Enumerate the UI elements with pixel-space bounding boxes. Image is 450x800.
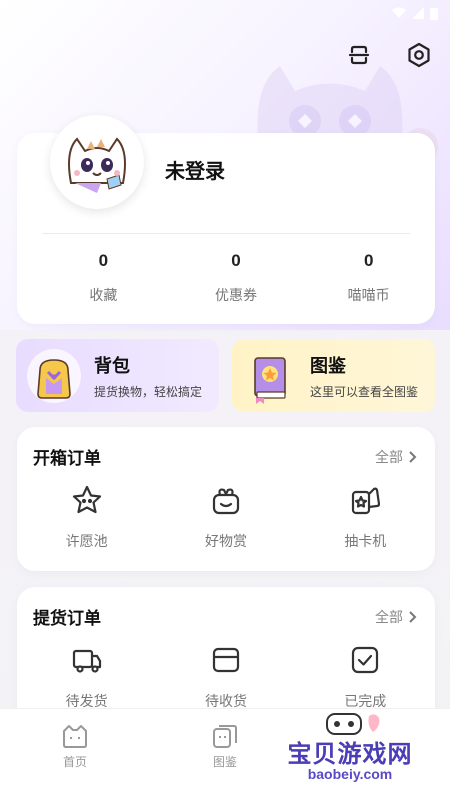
- stat-value: 0: [231, 251, 241, 270]
- order-item-wishing-pool[interactable]: 许愿池: [17, 483, 156, 551]
- open-orders-all-link[interactable]: 全部: [375, 447, 417, 467]
- open-orders-items: 许愿池 好物赏 抽卡机: [17, 483, 435, 551]
- scan-icon[interactable]: [344, 40, 374, 70]
- atlas-subtitle: 这里可以查看全图鉴: [310, 384, 419, 399]
- order-item-to-ship[interactable]: 待发货: [17, 643, 156, 711]
- open-orders-card: 开箱订单 全部 许愿池 好物赏 抽卡机: [17, 427, 435, 571]
- star-icon: [70, 483, 104, 517]
- atlas-tab-icon: [213, 725, 237, 748]
- tab-label: 首页: [62, 755, 87, 769]
- order-label: 抽卡机: [344, 533, 387, 549]
- battery-icon: [430, 7, 438, 20]
- chevron-right-icon: [409, 450, 417, 463]
- chevron-right-icon: [409, 610, 417, 623]
- gift-box-icon: [209, 483, 243, 517]
- bag-card[interactable]: 背包 提货换物，轻松搞定: [16, 339, 219, 412]
- atlas-card[interactable]: 图鉴 这里可以查看全图鉴: [232, 339, 435, 412]
- signal-icon: [412, 7, 424, 19]
- status-icons: [392, 7, 438, 20]
- gear-icon[interactable]: [404, 40, 434, 70]
- open-orders-title: 开箱订单: [33, 449, 101, 468]
- stat-value: 0: [98, 251, 109, 270]
- stat-label: 喵喵币: [347, 287, 390, 303]
- home-cat-icon: [63, 725, 87, 748]
- pickup-orders-card: 提货订单 全部 待发货 待收货 已完成: [17, 587, 435, 727]
- tab-home[interactable]: 首页: [0, 709, 150, 800]
- pickup-orders-items: 待发货 待收货 已完成: [17, 643, 435, 711]
- watermark-text: 宝贝游戏网: [287, 741, 413, 768]
- pickup-orders-header: 提货订单 全部: [33, 604, 417, 629]
- atlas-text: 图鉴 这里可以查看全图鉴: [310, 352, 418, 400]
- stat-label: 优惠券: [215, 287, 257, 303]
- order-label: 好物赏: [204, 533, 247, 549]
- stat-coins[interactable]: 0 喵喵币: [302, 251, 435, 305]
- atlas-book-icon: [240, 346, 300, 406]
- all-label: 全部: [375, 448, 403, 465]
- order-item-good-prize[interactable]: 好物赏: [156, 483, 295, 551]
- stat-value: 0: [363, 251, 374, 270]
- order-item-to-receive[interactable]: 待收货: [156, 643, 295, 711]
- stats-row: 0 收藏 0 优惠券 0 喵喵币: [17, 251, 435, 305]
- profile-card: 未登录 0 收藏 0 优惠券 0 喵喵币: [17, 115, 435, 324]
- bag-title: 背包: [94, 355, 130, 376]
- avatar[interactable]: [50, 115, 144, 209]
- divider: [42, 233, 410, 234]
- pickup-orders-title: 提货订单: [33, 609, 101, 628]
- truck-icon: [70, 643, 104, 677]
- top-actions: [344, 40, 434, 70]
- order-label: 许愿池: [65, 533, 108, 549]
- atlas-title: 图鉴: [310, 355, 346, 376]
- watermark-url: baobeiy.com: [307, 766, 393, 782]
- backpack-icon: [24, 346, 84, 406]
- order-item-completed[interactable]: 已完成: [296, 643, 435, 711]
- open-orders-header: 开箱订单 全部: [33, 444, 417, 469]
- status-bar: [0, 0, 450, 26]
- package-icon: [209, 643, 243, 677]
- wifi-icon: [392, 7, 406, 18]
- all-label: 全部: [375, 608, 403, 625]
- order-item-card-machine[interactable]: 抽卡机: [296, 483, 435, 551]
- stat-favorites[interactable]: 0 收藏: [37, 251, 170, 305]
- check-box-icon: [348, 643, 382, 677]
- cat-avatar-icon: [68, 137, 126, 193]
- cards-icon: [348, 483, 382, 517]
- site-watermark: 宝贝游戏网 baobeiy.com: [275, 712, 425, 792]
- bag-subtitle: 提货换物，轻松搞定: [94, 384, 203, 399]
- username[interactable]: 未登录: [165, 155, 225, 184]
- pickup-orders-all-link[interactable]: 全部: [375, 607, 417, 627]
- tab-label: 图鉴: [212, 755, 237, 769]
- stat-coupons[interactable]: 0 优惠券: [170, 251, 303, 305]
- stat-label: 收藏: [89, 287, 118, 303]
- bag-text: 背包 提货换物，轻松搞定: [94, 352, 202, 400]
